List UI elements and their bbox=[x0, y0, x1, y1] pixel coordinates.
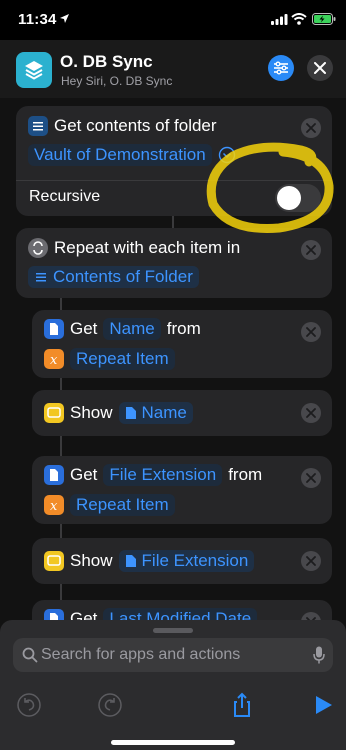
remove-action-button[interactable] bbox=[301, 468, 321, 488]
search-input[interactable] bbox=[41, 638, 301, 672]
shortcut-subtitle: Hey Siri, O. DB Sync bbox=[61, 74, 173, 88]
flow-connector bbox=[172, 216, 174, 228]
variable-x-icon: x bbox=[44, 349, 64, 369]
from-label: from bbox=[166, 319, 201, 338]
show-label: Show bbox=[70, 403, 113, 422]
sheet-grabber[interactable] bbox=[153, 628, 193, 633]
variable-label: File Extension bbox=[141, 551, 249, 570]
shortcut-header: O. DB Sync Hey Siri, O. DB Sync bbox=[0, 40, 346, 98]
variable-label: Contents of Folder bbox=[53, 267, 193, 286]
from-label: from bbox=[228, 465, 263, 484]
run-play-icon[interactable] bbox=[310, 692, 336, 718]
variable-x-icon: x bbox=[44, 495, 64, 515]
variable-label: Name bbox=[141, 403, 187, 422]
folder-parameter[interactable]: Vault of Demonstration bbox=[28, 144, 212, 166]
show-file-extension-action[interactable]: Show File Extension bbox=[32, 538, 332, 584]
show-result-icon bbox=[44, 403, 64, 423]
get-file-extension-action[interactable]: Get File Extension from x Repeat Item bbox=[32, 456, 332, 524]
remove-action-button[interactable] bbox=[301, 551, 321, 571]
remove-action-button[interactable] bbox=[301, 240, 321, 260]
toggle-knob bbox=[277, 186, 301, 210]
repeat-action[interactable]: Repeat with each item in Contents of Fol… bbox=[16, 228, 332, 298]
status-time: 11:34 bbox=[18, 11, 57, 28]
redo-icon[interactable] bbox=[97, 692, 123, 718]
get-label: Get bbox=[70, 319, 98, 338]
property-parameter[interactable]: File Extension bbox=[103, 464, 223, 486]
shortcut-title[interactable]: O. DB Sync bbox=[60, 52, 153, 72]
divider bbox=[16, 180, 332, 181]
close-button[interactable] bbox=[307, 55, 333, 81]
get-name-action[interactable]: Get Name from x Repeat Item bbox=[32, 310, 332, 378]
svg-text:x: x bbox=[50, 499, 58, 514]
close-icon bbox=[306, 327, 316, 337]
remove-action-button[interactable] bbox=[301, 403, 321, 423]
repeat-item-variable[interactable]: Repeat Item bbox=[70, 348, 175, 370]
close-icon bbox=[306, 123, 316, 133]
microphone-icon[interactable] bbox=[313, 646, 325, 664]
close-icon bbox=[306, 556, 316, 566]
remove-action-button[interactable] bbox=[301, 322, 321, 342]
close-icon bbox=[306, 473, 316, 483]
editor-toolbar bbox=[0, 686, 346, 726]
files-icon bbox=[28, 116, 48, 136]
remove-action-button[interactable] bbox=[301, 118, 321, 138]
action-search-panel bbox=[0, 620, 346, 750]
actions-editor[interactable]: Get contents of folder Vault of Demonstr… bbox=[0, 98, 346, 638]
recursive-label: Recursive bbox=[29, 188, 101, 205]
wifi-icon bbox=[291, 13, 307, 25]
file-extension-variable[interactable]: File Extension bbox=[118, 550, 255, 572]
shortcut-icon[interactable] bbox=[16, 52, 52, 88]
get-folder-contents-action[interactable]: Get contents of folder Vault of Demonstr… bbox=[16, 106, 332, 216]
close-icon bbox=[306, 408, 316, 418]
search-icon bbox=[22, 647, 38, 663]
repeat-icon bbox=[28, 238, 48, 258]
show-label: Show bbox=[70, 551, 113, 570]
property-parameter[interactable]: Name bbox=[103, 318, 161, 340]
layers-icon bbox=[25, 61, 43, 80]
home-indicator bbox=[111, 740, 235, 745]
document-icon bbox=[44, 465, 64, 485]
document-icon bbox=[125, 555, 136, 567]
share-icon[interactable] bbox=[229, 692, 255, 718]
repeat-item-variable[interactable]: Repeat Item bbox=[70, 494, 175, 516]
chevron-down-icon[interactable] bbox=[218, 146, 236, 164]
cellular-signal-icon bbox=[271, 14, 288, 25]
action-title: Get contents of folder bbox=[54, 116, 217, 135]
name-variable[interactable]: Name bbox=[118, 402, 193, 424]
close-icon bbox=[306, 245, 316, 255]
files-icon bbox=[36, 273, 46, 282]
svg-text:x: x bbox=[50, 353, 58, 368]
show-result-icon bbox=[44, 551, 64, 571]
show-name-action[interactable]: Show Name bbox=[32, 390, 332, 436]
settings-button[interactable] bbox=[268, 55, 294, 81]
battery-charging-icon bbox=[312, 13, 336, 25]
sliders-icon bbox=[274, 61, 288, 75]
document-icon bbox=[125, 407, 136, 419]
status-bar: 11:34 bbox=[0, 0, 346, 40]
repeat-input-variable[interactable]: Contents of Folder bbox=[28, 266, 199, 288]
location-arrow-icon bbox=[60, 14, 69, 23]
get-label: Get bbox=[70, 465, 98, 484]
document-icon bbox=[44, 319, 64, 339]
close-icon bbox=[314, 62, 326, 74]
search-field[interactable] bbox=[13, 638, 333, 672]
undo-icon[interactable] bbox=[16, 692, 42, 718]
recursive-toggle[interactable] bbox=[275, 184, 321, 212]
action-title: Repeat with each item in bbox=[54, 238, 241, 257]
